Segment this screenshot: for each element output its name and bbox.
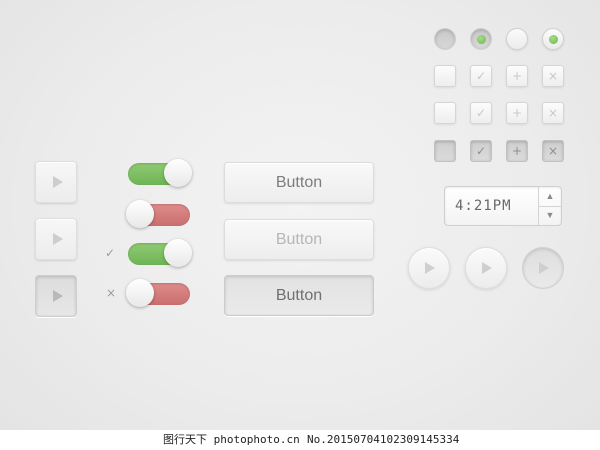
checkbox-check-3[interactable]: ✓ (470, 140, 492, 162)
stepper-arrows: ▲ ▼ (538, 187, 561, 225)
radio-unselected[interactable] (506, 28, 528, 50)
round-play-button-1[interactable] (408, 247, 450, 289)
play-icon (425, 262, 435, 274)
button-disabled[interactable]: Button (224, 219, 374, 260)
checkbox-empty-3[interactable] (434, 140, 456, 162)
radio-pressed-selected[interactable] (470, 28, 492, 50)
toggle-switch-3[interactable] (128, 239, 192, 267)
round-play-button-2[interactable] (465, 247, 507, 289)
checkbox-plus-1[interactable]: + (506, 65, 528, 87)
checkbox-empty-1[interactable] (434, 65, 456, 87)
checkbox-check-2[interactable]: ✓ (470, 102, 492, 124)
radio-dot-icon (549, 35, 558, 44)
watermark-bar: 图行天下 photophoto.cn No.201507041023091453… (0, 430, 600, 450)
time-value[interactable]: 4:21PM (455, 187, 512, 225)
checkbox-cross-1[interactable]: × (542, 65, 564, 87)
toggle-knob (126, 200, 154, 228)
play-square-button-2[interactable] (35, 218, 77, 260)
round-play-button-3[interactable] (522, 247, 564, 289)
checkbox-cross-3[interactable]: × (542, 140, 564, 162)
checkbox-plus-3[interactable]: + (506, 140, 528, 162)
radio-dot-icon (477, 35, 486, 44)
play-icon (53, 290, 63, 302)
checkbox-empty-2[interactable] (434, 102, 456, 124)
play-icon (482, 262, 492, 274)
toggle-switch-1[interactable] (128, 159, 192, 187)
button-normal[interactable]: Button (224, 162, 374, 203)
checkbox-plus-2[interactable]: + (506, 102, 528, 124)
toggle-switch-2[interactable] (126, 200, 190, 228)
checkbox-check-1[interactable]: ✓ (470, 65, 492, 87)
radio-selected[interactable] (542, 28, 564, 50)
play-square-button-1[interactable] (35, 161, 77, 203)
play-icon (539, 262, 549, 274)
button-pressed[interactable]: Button (224, 275, 374, 316)
toggle-switch-4[interactable] (126, 279, 190, 307)
arrow-up-icon[interactable]: ▲ (539, 187, 561, 207)
watermark-site: 图行天下 photophoto.cn (163, 433, 300, 446)
checkmark-icon: ✓ (105, 246, 116, 260)
toggle-knob (126, 279, 154, 307)
cross-icon: × (106, 286, 117, 300)
play-square-button-3[interactable] (35, 275, 77, 317)
radio-pressed-unselected[interactable] (434, 28, 456, 50)
toggle-knob (164, 159, 192, 187)
time-stepper[interactable]: 4:21PM ▲ ▼ (444, 186, 562, 226)
watermark-id: No.20150704102309145334 (307, 433, 460, 446)
toggle-knob (164, 239, 192, 267)
play-icon (53, 233, 63, 245)
checkbox-cross-2[interactable]: × (542, 102, 564, 124)
play-icon (53, 176, 63, 188)
arrow-down-icon[interactable]: ▼ (539, 206, 561, 225)
